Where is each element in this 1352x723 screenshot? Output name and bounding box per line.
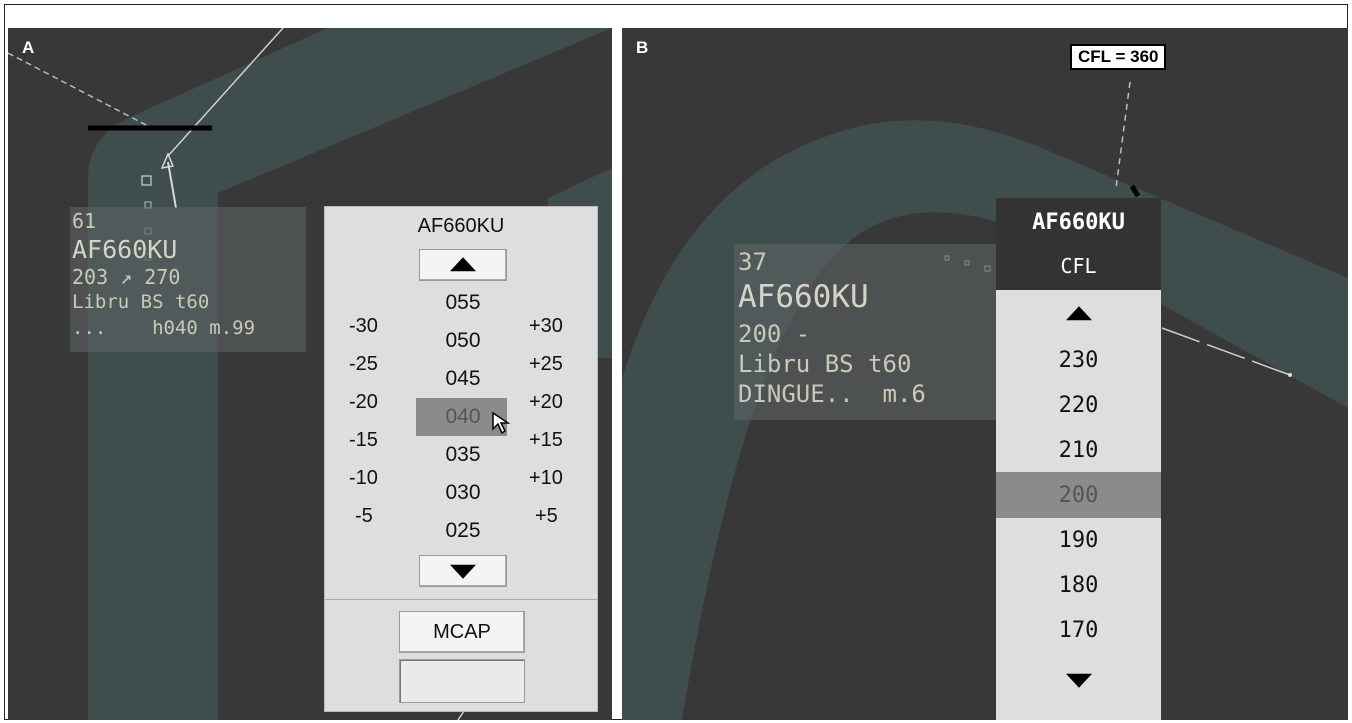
scroll-up-icon (1065, 306, 1092, 321)
track-label-callsign: AF660KU (72, 235, 178, 264)
delta-option[interactable]: -15 (349, 429, 378, 452)
scroll-up-button[interactable] (419, 249, 507, 281)
track-label-callsign: AF660KU (738, 279, 869, 315)
level-option[interactable]: 180 (996, 573, 1161, 598)
scroll-down-icon (1065, 673, 1092, 688)
cfl-leader-line (1115, 81, 1131, 189)
level-option[interactable]: 035 (418, 443, 508, 467)
delta-option[interactable]: -30 (349, 315, 378, 338)
trajectory-dashed-line (8, 52, 149, 127)
track-label-b[interactable]: 37 AF660KU 200 - Libru BS t60 DINGUE.. m… (734, 244, 1002, 420)
scroll-down-button[interactable] (996, 660, 1161, 700)
menu-field-name: CFL (1060, 254, 1097, 278)
flight-level-menu: AF660KU 055 050 045 040 035 030 025 -30 … (324, 206, 598, 712)
level-option[interactable]: 030 (418, 481, 508, 505)
level-option[interactable]: 025 (418, 519, 508, 543)
level-option-selected[interactable]: 200 (996, 483, 1161, 508)
level-option[interactable]: 050 (418, 329, 508, 353)
radar-panel-a: A 61 AF660KU 203 ↗ 270 Libru BS t60 ... … (8, 28, 612, 720)
menu-callsign: AF660KU (417, 215, 505, 237)
menu-separator (325, 599, 597, 600)
delta-option[interactable]: +25 (529, 353, 563, 376)
scroll-up-icon (450, 257, 476, 272)
level-option[interactable]: 055 (418, 291, 508, 315)
delta-option[interactable]: +30 (529, 315, 563, 338)
radar-panel-b: B CFL = 360 37 AF660KU 200 - Libru BS t6… (622, 28, 1348, 720)
track-label-line: 61 (72, 209, 97, 233)
delta-option[interactable]: +10 (529, 467, 563, 490)
menu-callsign: AF660KU (1032, 210, 1125, 235)
panel-label-a: A (22, 38, 35, 57)
track-label-line: Libru BS t60 (72, 291, 210, 313)
mcap-input[interactable] (399, 659, 525, 703)
delta-option[interactable]: +20 (529, 391, 563, 414)
track-label-line: 37 (738, 248, 767, 276)
level-option[interactable]: 170 (996, 618, 1161, 643)
cfl-tag: CFL = 360 (1070, 44, 1167, 70)
track-label-line: ... h040 m.99 (72, 317, 256, 339)
level-option[interactable]: 045 (418, 367, 508, 391)
delta-option[interactable]: -10 (349, 467, 378, 490)
level-option[interactable]: 220 (996, 393, 1161, 418)
scroll-down-button[interactable] (419, 555, 507, 587)
track-label-a[interactable]: 61 AF660KU 203 ↗ 270 Libru BS t60 ... h0… (70, 207, 306, 352)
level-option[interactable]: 190 (996, 528, 1161, 553)
level-option[interactable]: 210 (996, 438, 1161, 463)
track-label-line: DINGUE.. m.6 (738, 380, 926, 408)
delta-option[interactable]: -5 (355, 505, 373, 528)
cfl-menu-header: AF660KU CFL (996, 198, 1161, 290)
delta-option[interactable]: -20 (349, 391, 378, 414)
delta-option[interactable]: +15 (529, 429, 563, 452)
scroll-down-icon (450, 564, 476, 579)
track-label-line: 200 - (738, 320, 811, 348)
delta-option[interactable]: -25 (349, 353, 378, 376)
mouse-cursor-icon (492, 411, 511, 435)
cfl-menu: AF660KU CFL 230 220 210 200 190 180 170 (996, 198, 1161, 720)
track-label-line: 203 ↗ 270 (72, 265, 181, 289)
mcap-button[interactable]: MCAP (399, 611, 525, 653)
panel-label-b: B (636, 38, 649, 57)
level-option[interactable]: 230 (996, 348, 1161, 373)
scroll-up-button[interactable] (996, 294, 1161, 334)
delta-option[interactable]: +5 (535, 505, 558, 528)
track-label-line: Libru BS t60 (738, 350, 912, 378)
